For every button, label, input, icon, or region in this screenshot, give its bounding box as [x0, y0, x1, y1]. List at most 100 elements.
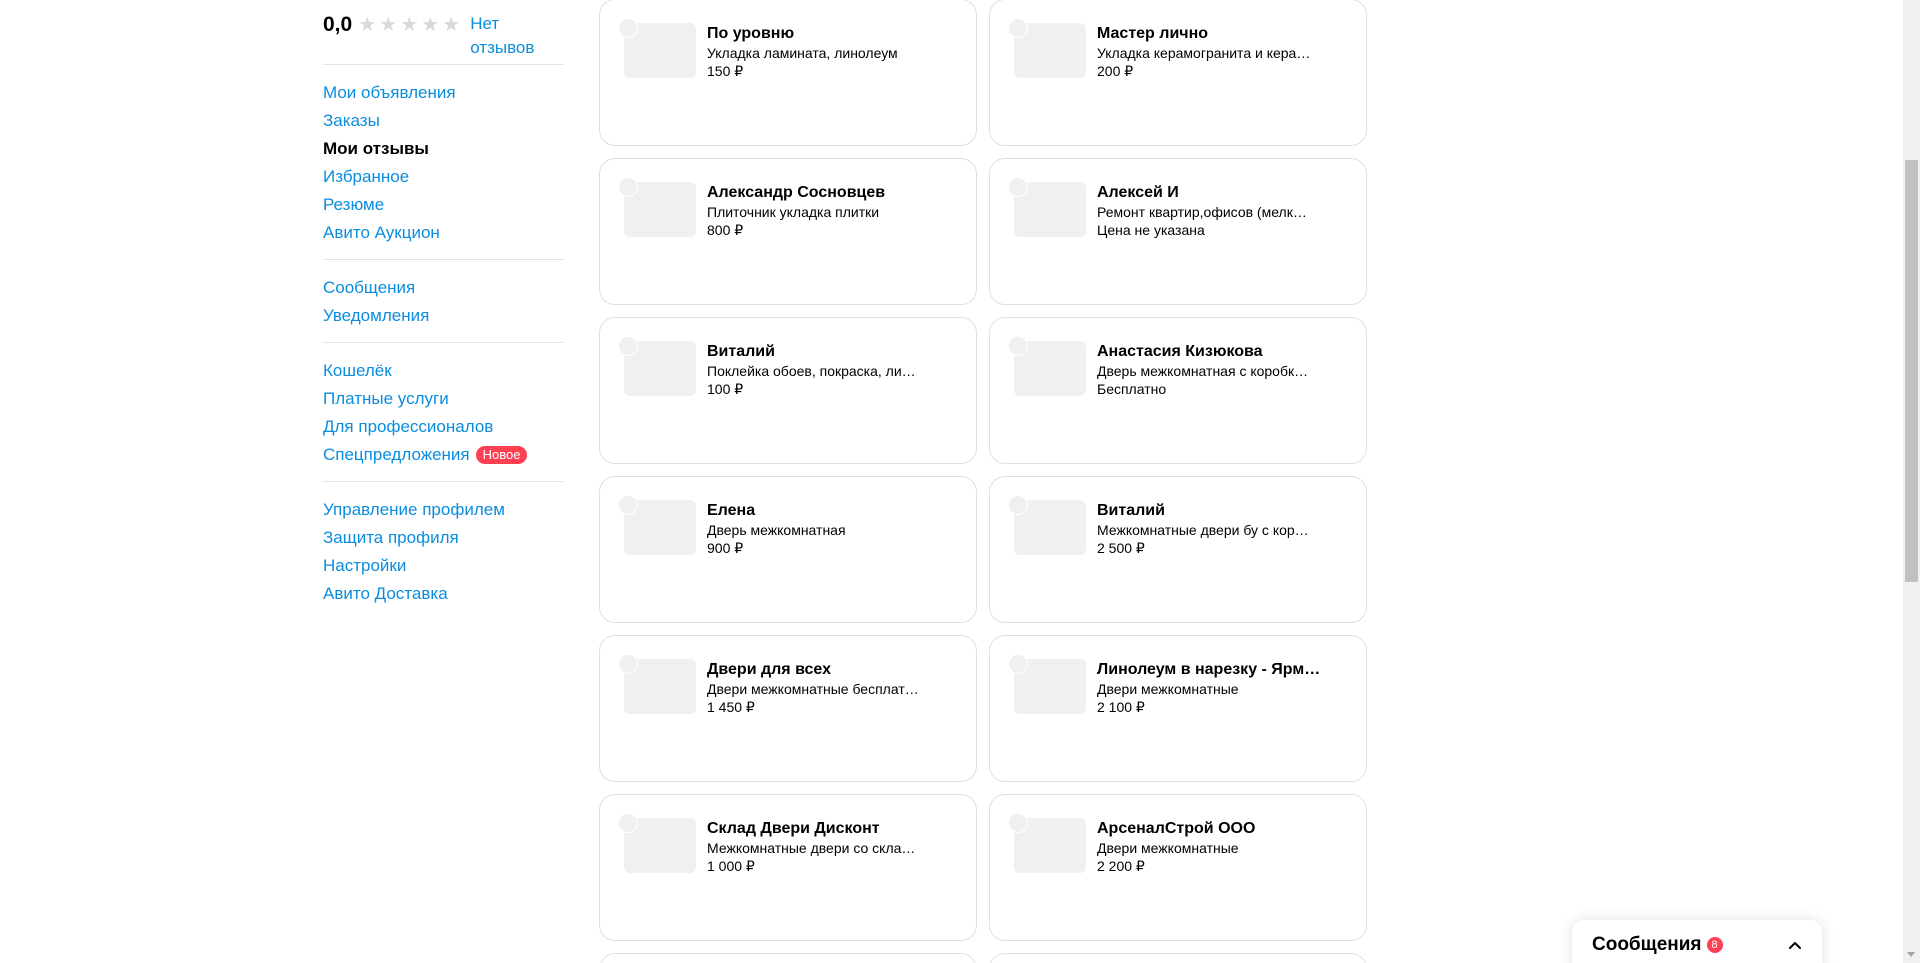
- card-text: Склад Двери Дисконт Межкомнатные двери с…: [707, 819, 937, 875]
- card-price: Бесплатно: [1097, 381, 1167, 397]
- listing-card[interactable]: [989, 953, 1367, 963]
- avatar-placeholder: [1008, 336, 1028, 356]
- card-text: Двери для всех Двери межкомнатные беспла…: [707, 660, 937, 716]
- rating-stars: ★ ★ ★ ★ ★: [358, 14, 461, 36]
- card-subtitle: Укладка ламината, линолеум: [707, 45, 898, 61]
- card-title: Виталий: [1097, 502, 1165, 519]
- nav-special-offers[interactable]: Спецпредложения Новое: [323, 441, 564, 469]
- listing-card[interactable]: Виталий Межкомнатные двери бу с кор… 2 5…: [989, 476, 1367, 623]
- card-price: 1 000 ₽: [707, 858, 755, 874]
- card-subtitle: Дверь межкомнатная: [707, 522, 846, 538]
- no-reviews-line: отзывов: [470, 38, 535, 57]
- star-icon: ★: [400, 14, 419, 36]
- avatar-placeholder: [1008, 654, 1028, 674]
- messages-widget-label: Сообщения: [1592, 934, 1702, 955]
- card-text: Мастер лично Укладка керамогранита и кер…: [1097, 24, 1327, 80]
- nav-profile-management[interactable]: Управление профилем: [323, 496, 564, 524]
- card-title: Двери для всех: [707, 661, 831, 678]
- nav-resume[interactable]: Резюме: [323, 191, 564, 219]
- nav-orders[interactable]: Заказы: [323, 107, 564, 135]
- card-title: Линолеум в нарезку - Ярм…: [1097, 661, 1321, 678]
- page: 0,0 ★ ★ ★ ★ ★ Нет отзывов Мои объявления …: [0, 0, 1920, 963]
- nav-group-communication: Сообщения Уведомления: [323, 260, 564, 342]
- page-scrollbar[interactable]: [1903, 0, 1920, 963]
- card-subtitle: Плиточник укладка плитки: [707, 204, 880, 220]
- card-price: 1 450 ₽: [707, 699, 755, 715]
- nav-group-profile: Управление профилем Защита профиля Настр…: [323, 482, 564, 620]
- nav-my-reviews[interactable]: Мои отзывы: [323, 135, 564, 163]
- avatar-placeholder: [1008, 495, 1028, 515]
- card-price: 2 500 ₽: [1097, 540, 1145, 556]
- avatar-placeholder: [618, 336, 638, 356]
- listing-card[interactable]: Мастер лично Укладка керамогранита и кер…: [989, 0, 1367, 146]
- nav-paid-services[interactable]: Платные услуги: [323, 385, 564, 413]
- avatar-placeholder: [1008, 813, 1028, 833]
- card-subtitle: Дверь межкомнатная с коробк…: [1097, 363, 1309, 379]
- card-price: 2 200 ₽: [1097, 858, 1145, 874]
- card-title: Склад Двери Дисконт: [707, 820, 880, 837]
- profile-sidebar: 0,0 ★ ★ ★ ★ ★ Нет отзывов Мои объявления …: [323, 0, 564, 620]
- scrollbar-thumb[interactable]: [1905, 160, 1918, 582]
- card-title: Елена: [707, 502, 756, 519]
- chevron-up-icon[interactable]: [1788, 938, 1802, 952]
- card-price: 800 ₽: [707, 222, 744, 238]
- listing-card[interactable]: Линолеум в нарезку - Ярм… Двери межкомна…: [989, 635, 1367, 782]
- card-price: Цена не указана: [1097, 222, 1205, 238]
- nav-for-professionals[interactable]: Для профессионалов: [323, 413, 564, 441]
- card-price: 200 ₽: [1097, 63, 1134, 79]
- card-text: Александр Сосновцев Плиточник укладка пл…: [707, 183, 937, 239]
- avatar-placeholder: [1008, 18, 1028, 38]
- listing-card[interactable]: Виталий Поклейка обоев, покраска, ли… 10…: [599, 317, 977, 464]
- star-icon: ★: [442, 14, 461, 36]
- card-text: Алексей И Ремонт квартир,офисов (мелк… Ц…: [1097, 183, 1327, 239]
- listing-card[interactable]: Двери для всех Двери межкомнатные беспла…: [599, 635, 977, 782]
- nav-avito-delivery[interactable]: Авито Доставка: [323, 580, 564, 608]
- nav-special-offers-label: Спецпредложения: [323, 445, 470, 464]
- star-icon: ★: [358, 14, 377, 36]
- avatar-placeholder: [618, 18, 638, 38]
- listing-card[interactable]: АрсеналСтрой ООО Двери межкомнатные 2 20…: [989, 794, 1367, 941]
- nav-wallet[interactable]: Кошелёк: [323, 357, 564, 385]
- card-title: По уровню: [707, 25, 795, 42]
- avatar-placeholder: [1008, 177, 1028, 197]
- star-icon: ★: [421, 14, 440, 36]
- nav-my-listings[interactable]: Мои объявления: [323, 79, 564, 107]
- card-subtitle: Двери межкомнатные: [1097, 681, 1239, 697]
- nav-favorites[interactable]: Избранное: [323, 163, 564, 191]
- card-price: 2 100 ₽: [1097, 699, 1145, 715]
- listing-card[interactable]: Склад Двери Дисконт Межкомнатные двери с…: [599, 794, 977, 941]
- avatar-placeholder: [618, 177, 638, 197]
- card-text: По уровню Укладка ламината, линолеум 150…: [707, 24, 937, 80]
- rating-summary: 0,0 ★ ★ ★ ★ ★ Нет отзывов: [323, 0, 564, 64]
- card-text: Виталий Межкомнатные двери бу с кор… 2 5…: [1097, 501, 1327, 557]
- card-text: Елена Дверь межкомнатная 900 ₽: [707, 501, 937, 557]
- nav-notifications[interactable]: Уведомления: [323, 302, 564, 330]
- nav-auction[interactable]: Авито Аукцион: [323, 219, 564, 247]
- card-title: Виталий: [707, 343, 775, 360]
- card-title: Анастасия Кизюкова: [1097, 343, 1263, 360]
- unread-count-badge: 8: [1706, 937, 1723, 953]
- listing-card[interactable]: [599, 953, 977, 963]
- card-subtitle: Межкомнатные двери бу с кор…: [1097, 522, 1309, 538]
- listing-card[interactable]: Александр Сосновцев Плиточник укладка пл…: [599, 158, 977, 305]
- avatar-placeholder: [618, 813, 638, 833]
- card-subtitle: Поклейка обоев, покраска, ли…: [707, 363, 916, 379]
- listing-card[interactable]: Алексей И Ремонт квартир,офисов (мелк… Ц…: [989, 158, 1367, 305]
- card-subtitle: Межкомнатные двери со скла…: [707, 840, 916, 856]
- nav-profile-protection[interactable]: Защита профиля: [323, 524, 564, 552]
- nav-group-listings: Мои объявления Заказы Мои отзывы Избранн…: [323, 65, 564, 259]
- card-title: Алексей И: [1097, 184, 1179, 201]
- card-text: Виталий Поклейка обоев, покраска, ли… 10…: [707, 342, 937, 398]
- listing-card[interactable]: Анастасия Кизюкова Дверь межкомнатная с …: [989, 317, 1367, 464]
- listing-card[interactable]: Елена Дверь межкомнатная 900 ₽: [599, 476, 977, 623]
- listing-card[interactable]: По уровню Укладка ламината, линолеум 150…: [599, 0, 977, 146]
- messages-widget[interactable]: Сообщения 8: [1572, 920, 1822, 963]
- card-text: Линолеум в нарезку - Ярм… Двери межкомна…: [1097, 660, 1327, 716]
- nav-settings[interactable]: Настройки: [323, 552, 564, 580]
- card-subtitle: Укладка керамогранита и кера…: [1097, 45, 1311, 61]
- card-subtitle: Двери межкомнатные бесплат…: [707, 681, 919, 697]
- no-reviews-link[interactable]: Нет отзывов: [470, 12, 534, 60]
- scroll-down-arrow-icon[interactable]: [1907, 952, 1915, 957]
- nav-messages[interactable]: Сообщения: [323, 274, 564, 302]
- avatar-placeholder: [618, 654, 638, 674]
